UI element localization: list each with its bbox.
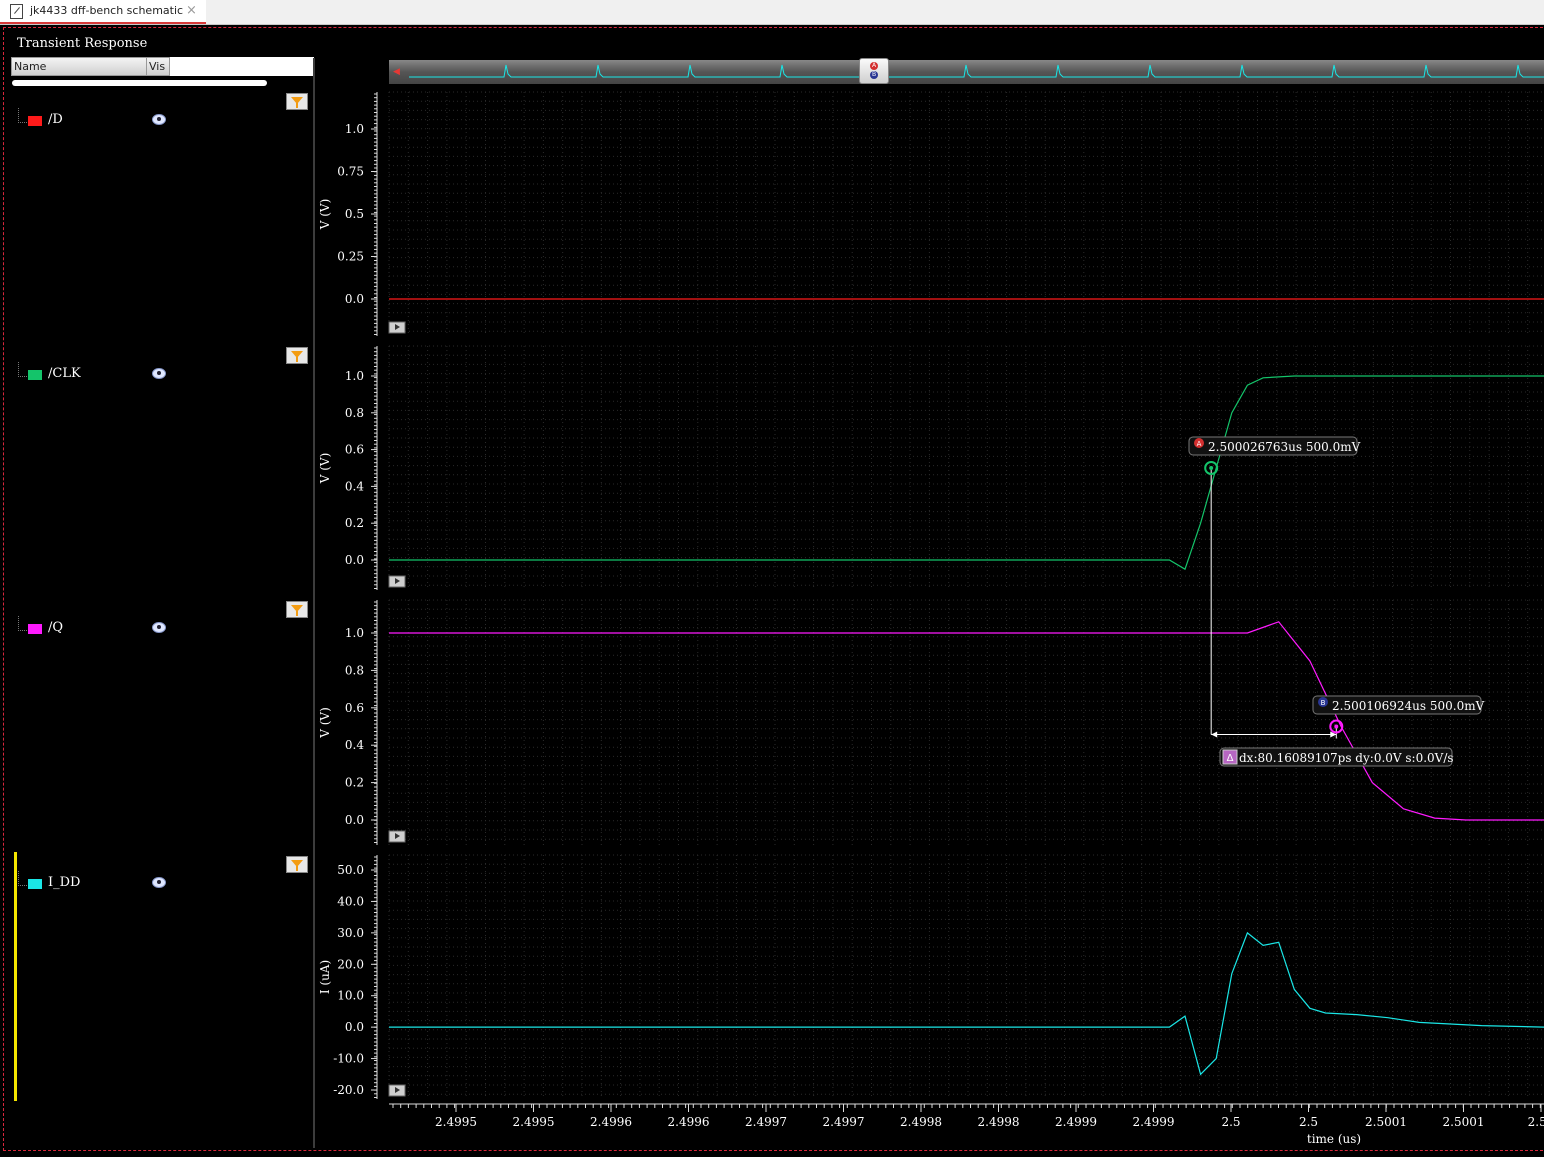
plot-panel[interactable]: 1.0 0.75 0.5 0.25 0.0 V (V) <box>318 91 1544 336</box>
marker-b-dot <box>1334 724 1339 729</box>
marker-a-callout-badge: A <box>1197 440 1202 448</box>
y-tick-label: 0.5 <box>345 207 364 221</box>
x-tick-label: 2.4999 <box>1133 1115 1175 1129</box>
x-tick-label: 2.5 <box>1221 1115 1240 1129</box>
y-tick-label: 1.0 <box>345 122 364 136</box>
delta-arrow-left <box>1211 731 1218 738</box>
plot-panel[interactable]: 50.0 40.0 30.0 20.0 10.0 0.0 -10.0 -20.0 I (uA) <box>318 854 1544 1099</box>
delta-callout-label: dx:80.16089107ps dy:0.0V s:0.0V/s <box>1239 751 1454 765</box>
y-tick-label: -10.0 <box>333 1052 364 1066</box>
y-axis <box>371 855 378 1099</box>
x-tick-label: 2.4995 <box>435 1115 477 1129</box>
y-tick-label: 1.0 <box>345 369 364 383</box>
y-tick-label: 0.2 <box>345 516 364 530</box>
marker-a-callout-label: 2.500026763us 500.0mV <box>1208 440 1361 454</box>
x-tick-label: 2.5001 <box>1365 1115 1407 1129</box>
x-tick-label: 2.5 <box>1299 1115 1318 1129</box>
x-tick-label: 2.4998 <box>900 1115 942 1129</box>
y-axis <box>371 600 378 845</box>
y-tick-label: 0.6 <box>345 443 364 457</box>
y-tick-label: 30.0 <box>337 926 364 940</box>
play-icon[interactable] <box>388 575 406 588</box>
y-axis-label: V (V) <box>318 707 332 739</box>
x-tick-label: 2.4996 <box>590 1115 632 1129</box>
y-tick-label: 0.0 <box>345 1020 364 1034</box>
marker-b-callout[interactable]: B 2.500106924us 500.0mV <box>1312 695 1485 715</box>
y-axis-label: I (uA) <box>318 960 332 994</box>
marker-b-callout-label: 2.500106924us 500.0mV <box>1332 699 1485 713</box>
x-tick-label: 2.4995 <box>513 1115 555 1129</box>
y-tick-label: 0.8 <box>345 406 364 420</box>
x-tick-label: 2.4996 <box>668 1115 710 1129</box>
x-tick-label: 2.4998 <box>978 1115 1020 1129</box>
x-tick-label: 2.4997 <box>823 1115 865 1129</box>
y-tick-label: 0.0 <box>345 553 364 567</box>
play-icon[interactable] <box>388 830 406 843</box>
y-tick-label: 0.4 <box>345 738 364 752</box>
y-tick-label: 0.4 <box>345 479 364 493</box>
x-tick-label: 2.4997 <box>745 1115 787 1129</box>
y-tick-label: 50.0 <box>337 863 364 877</box>
y-tick-label: 0.8 <box>345 663 364 677</box>
x-tick-label: 2.4999 <box>1055 1115 1097 1129</box>
marker-a-dot <box>1209 466 1214 470</box>
grid <box>388 345 1544 590</box>
grid <box>388 854 1544 1099</box>
y-tick-label: 0.75 <box>337 165 364 179</box>
y-axis-label: V (V) <box>318 453 332 485</box>
play-icon[interactable] <box>388 321 406 334</box>
marker-a-callout[interactable]: A 2.500026763us 500.0mV <box>1188 436 1361 456</box>
y-tick-label: -20.0 <box>333 1083 364 1097</box>
delta-callout-badge: Δ <box>1227 753 1234 764</box>
y-tick-label: 0.2 <box>345 776 364 790</box>
y-axis <box>371 346 378 590</box>
marker-b-callout-badge: B <box>1321 699 1326 707</box>
y-tick-label: 0.6 <box>345 701 364 715</box>
plot-panel[interactable]: 1.0 0.8 0.6 0.4 0.2 0.0 V (V) <box>318 345 1544 590</box>
series-line <box>389 375 1544 571</box>
y-tick-label: 0.25 <box>337 250 364 264</box>
play-icon[interactable] <box>388 1084 406 1097</box>
waveform-plots[interactable]: 1.00.750.50.250.0V (V)1.00.80.60.40.20.0… <box>0 0 1544 1157</box>
y-tick-label: 20.0 <box>337 957 364 971</box>
y-tick-label: 1.0 <box>345 626 364 640</box>
x-tick-label: 2.50 <box>1528 1115 1544 1129</box>
y-tick-label: 0.0 <box>345 292 364 306</box>
y-axis-label: V (V) <box>318 199 332 231</box>
x-axis-label: time (us) <box>1307 1132 1361 1146</box>
x-axis <box>389 1103 1544 1112</box>
y-tick-label: 40.0 <box>337 894 364 908</box>
grid <box>388 599 1544 845</box>
x-tick-label: 2.5001 <box>1443 1115 1485 1129</box>
y-tick-label: 10.0 <box>337 989 364 1003</box>
delta-callout[interactable]: Δdx:80.16089107ps dy:0.0V s:0.0V/s <box>1219 747 1454 767</box>
plot-panel[interactable]: 1.0 0.8 0.6 0.4 0.2 0.0 V (V) <box>318 599 1544 845</box>
y-tick-label: 0.0 <box>345 813 364 827</box>
y-axis <box>371 92 378 336</box>
